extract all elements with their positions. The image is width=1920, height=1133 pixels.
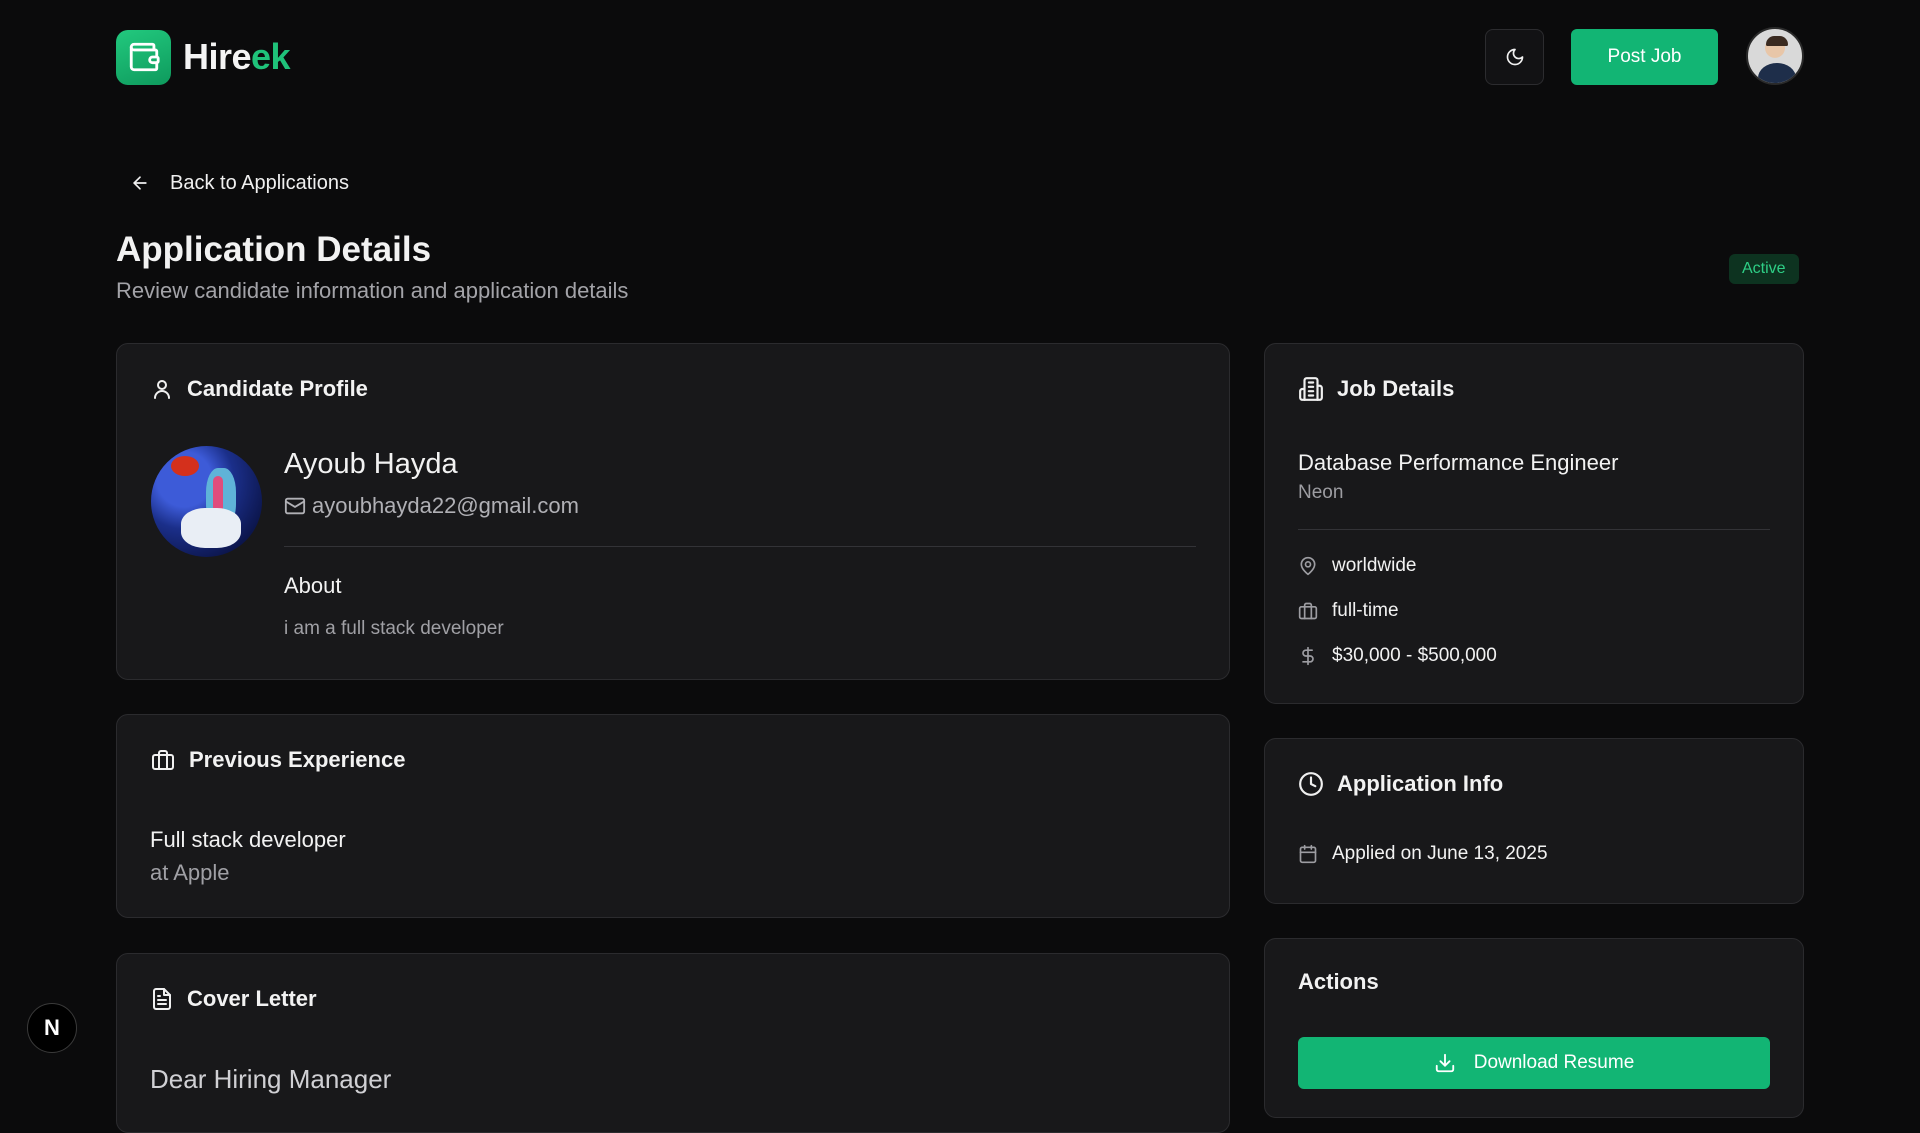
job-type-text: full-time (1332, 600, 1399, 621)
about-label: About (284, 573, 342, 598)
theme-toggle-button[interactable] (1485, 29, 1544, 85)
clock-icon (1298, 771, 1324, 797)
arrow-left-icon (130, 173, 150, 193)
actions-card: Actions Download Resume (1264, 938, 1804, 1118)
avatar-suit (1758, 63, 1796, 83)
wallet-icon (116, 29, 171, 85)
briefcase-icon (1298, 601, 1318, 621)
job-details-heading: Job Details (1337, 376, 1455, 401)
candidate-profile-header: Candidate Profile (150, 376, 368, 402)
divider (1298, 529, 1770, 530)
briefcase-icon (150, 748, 176, 772)
brand-name: Hireek (183, 36, 291, 78)
map-pin-icon (1298, 556, 1318, 576)
experience-title: Full stack developer (150, 827, 346, 852)
file-text-icon (150, 986, 174, 1012)
page-title: Application Details (116, 230, 432, 269)
candidate-email[interactable]: ayoubhayda22@gmail.com (284, 493, 579, 519)
application-info-heading: Application Info (1337, 771, 1504, 796)
divider (284, 546, 1196, 547)
candidate-profile-heading: Candidate Profile (187, 376, 368, 401)
back-link-label: Back to Applications (170, 171, 349, 194)
building-icon (1298, 376, 1324, 402)
nextjs-dev-badge[interactable]: N (27, 1003, 77, 1053)
candidate-name: Ayoub Hayda (284, 448, 458, 480)
status-badge: Active (1729, 254, 1799, 284)
job-company: Neon (1298, 482, 1344, 503)
brand-name-part1: Hire (183, 36, 252, 77)
calendar-icon (1298, 844, 1318, 864)
previous-experience-card: Previous Experience Full stack developer… (116, 714, 1230, 918)
previous-experience-header: Previous Experience (150, 747, 405, 773)
job-salary: $30,000 - $500,000 (1298, 645, 1497, 667)
candidate-profile-card: Candidate Profile Ayoub Hayda ayoubhayda… (116, 343, 1230, 680)
mail-icon (284, 495, 306, 517)
previous-experience-heading: Previous Experience (189, 747, 406, 772)
job-title: Database Performance Engineer (1298, 450, 1619, 475)
cover-letter-header: Cover Letter (150, 986, 317, 1012)
job-details-header: Job Details (1298, 376, 1454, 402)
about-text: i am a full stack developer (284, 618, 504, 639)
post-job-button[interactable]: Post Job (1571, 29, 1718, 85)
applied-date: Applied on June 13, 2025 (1298, 843, 1548, 865)
cover-letter-card: Cover Letter Dear Hiring Manager (116, 953, 1230, 1133)
download-icon (1434, 1052, 1456, 1074)
candidate-avatar (151, 446, 262, 557)
job-location: worldwide (1298, 555, 1416, 577)
job-details-card: Job Details Database Performance Enginee… (1264, 343, 1804, 704)
applied-date-text: Applied on June 13, 2025 (1332, 843, 1548, 864)
job-salary-text: $30,000 - $500,000 (1332, 645, 1497, 666)
job-location-text: worldwide (1332, 555, 1417, 576)
page-subtitle: Review candidate information and applica… (116, 278, 629, 303)
candidate-email-text: ayoubhayda22@gmail.com (312, 493, 579, 518)
actions-heading: Actions (1298, 969, 1379, 994)
experience-company: at Apple (150, 860, 230, 885)
download-resume-button[interactable]: Download Resume (1298, 1037, 1770, 1089)
dollar-icon (1298, 646, 1318, 666)
brand-name-part2: ek (251, 36, 291, 77)
application-info-header: Application Info (1298, 771, 1503, 797)
download-resume-label: Download Resume (1473, 1052, 1635, 1073)
user-icon (150, 377, 174, 401)
cover-letter-heading: Cover Letter (187, 986, 317, 1011)
moon-icon (1505, 47, 1525, 67)
brand-logo[interactable]: Hireek (116, 29, 291, 85)
application-info-card: Application Info Applied on June 13, 202… (1264, 738, 1804, 904)
job-type: full-time (1298, 600, 1399, 622)
avatar-hair (1766, 36, 1788, 46)
back-to-applications-link[interactable]: Back to Applications (130, 168, 349, 198)
top-nav: Hireek Post Job (0, 0, 1920, 115)
dev-badge-label: N (44, 1015, 60, 1040)
user-avatar[interactable] (1746, 27, 1804, 85)
